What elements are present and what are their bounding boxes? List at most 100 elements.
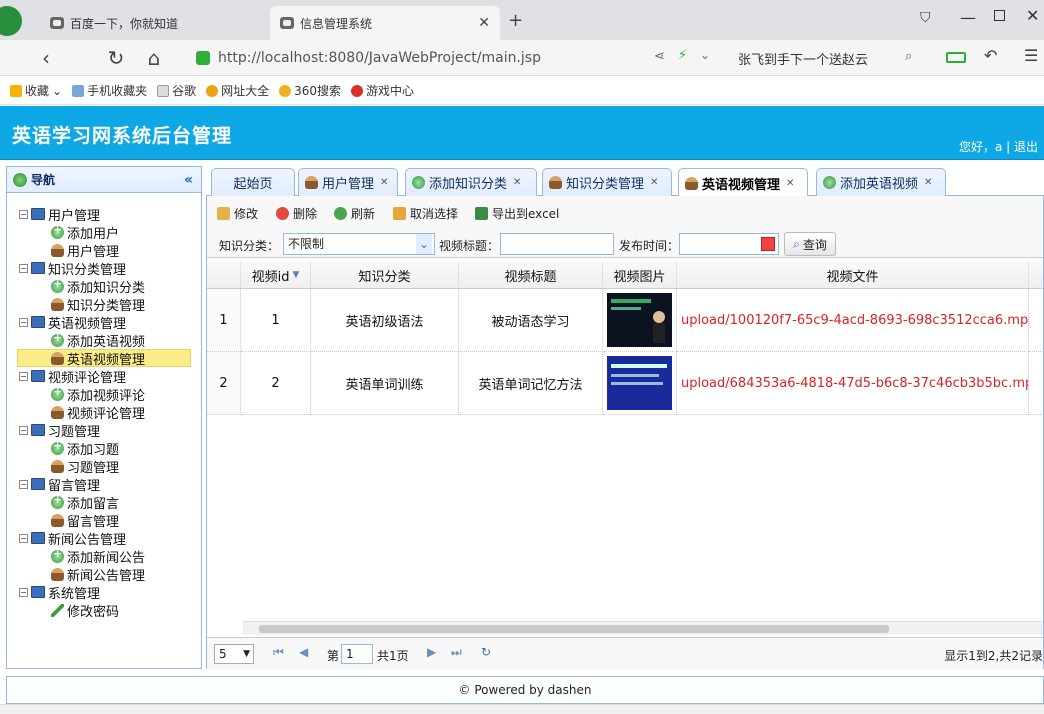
- refresh-icon[interactable]: ↻: [481, 645, 491, 659]
- page-size-select[interactable]: 5 ▼: [214, 644, 254, 664]
- category-select[interactable]: 不限制 ⌄: [283, 233, 435, 255]
- export-button[interactable]: 导出到excel: [475, 205, 559, 222]
- nav-item-add-user[interactable]: 添加用户: [51, 223, 119, 242]
- date-input[interactable]: [679, 233, 779, 255]
- next-page-icon[interactable]: ▶: [427, 645, 436, 659]
- nav-group-news[interactable]: − 新闻公告管理: [19, 529, 126, 548]
- col-header-title[interactable]: 视频标题: [459, 262, 603, 289]
- lightning-icon[interactable]: ⚡: [678, 48, 687, 63]
- search-icon[interactable]: ⌕: [905, 49, 912, 64]
- prev-page-icon[interactable]: ◀: [299, 645, 308, 659]
- nav-group-message[interactable]: − 留言管理: [19, 475, 100, 494]
- scrollbar-thumb[interactable]: [259, 625, 889, 633]
- cell-file-link[interactable]: upload/100120f7-65c9-4acd-8693-698c3512c…: [677, 289, 1029, 352]
- browser-tab-baidu[interactable]: 百度一下，你就知道: [40, 6, 262, 40]
- tab-add-knowledge[interactable]: 添加知识分类 ✕: [405, 168, 537, 196]
- nav-item-add-exercise[interactable]: 添加习题: [51, 439, 119, 458]
- last-page-icon[interactable]: ⏭: [451, 645, 462, 660]
- menu-icon[interactable]: ☰: [1024, 46, 1038, 65]
- bookmark-item[interactable]: 游戏中心: [351, 82, 414, 99]
- collapse-toggle-icon[interactable]: −: [19, 371, 28, 381]
- nav-group-system[interactable]: − 系统管理: [19, 583, 100, 602]
- shirt-icon[interactable]: ⛉: [920, 10, 931, 26]
- nav-item-exercise-manage[interactable]: 习题管理: [51, 457, 119, 476]
- tab-add-video[interactable]: 添加英语视频 ✕: [816, 168, 946, 196]
- horizontal-scrollbar[interactable]: [243, 621, 1043, 635]
- cell-file-link[interactable]: upload/684353a6-4818-47d5-b6c8-37c46cb3b…: [677, 352, 1029, 415]
- collapse-toggle-icon[interactable]: −: [19, 263, 28, 273]
- nav-item-knowledge-manage[interactable]: 知识分类管理: [51, 295, 145, 314]
- window-close-button[interactable]: ✕: [1026, 6, 1039, 25]
- title-input[interactable]: [500, 233, 614, 255]
- calendar-icon[interactable]: [761, 237, 775, 251]
- collapse-toggle-icon[interactable]: −: [19, 209, 28, 219]
- undo-icon[interactable]: ↶: [984, 46, 997, 65]
- col-header-id[interactable]: 视频id ▼: [241, 262, 311, 289]
- nav-item-add-message[interactable]: 添加留言: [51, 493, 119, 512]
- bookmark-item[interactable]: 网址大全: [206, 82, 269, 99]
- collapse-toggle-icon[interactable]: −: [19, 479, 28, 489]
- back-arrow-icon[interactable]: ‹: [34, 46, 58, 70]
- col-header-category[interactable]: 知识分类: [311, 262, 459, 289]
- battery-icon[interactable]: [946, 52, 966, 63]
- nav-item-add-video[interactable]: 添加英语视频: [51, 331, 145, 350]
- browser-tab-active[interactable]: 信息管理系统 ✕: [270, 6, 500, 40]
- nav-group-knowledge[interactable]: − 知识分类管理: [19, 259, 126, 278]
- close-icon[interactable]: ✕: [513, 177, 521, 188]
- chevron-down-icon: ⌄: [416, 234, 432, 254]
- close-icon[interactable]: ✕: [786, 178, 794, 189]
- nav-item-label: 英语视频管理: [67, 352, 146, 368]
- tab-video-manage[interactable]: 英语视频管理 ✕: [678, 168, 808, 197]
- home-icon[interactable]: ⌂: [142, 46, 166, 70]
- nav-group-exercise[interactable]: − 习题管理: [19, 421, 100, 440]
- search-hint[interactable]: 张飞到手下一个送赵云: [738, 49, 868, 68]
- chevron-down-icon[interactable]: ⌄: [700, 48, 710, 62]
- close-icon[interactable]: ✕: [924, 177, 932, 188]
- nav-item-add-news[interactable]: 添加新闻公告: [51, 547, 145, 566]
- nav-item-comment-manage[interactable]: 视频评论管理: [51, 403, 145, 422]
- collapse-toggle-icon[interactable]: −: [19, 317, 28, 327]
- maximize-button[interactable]: [994, 10, 1005, 21]
- collapse-toggle-icon[interactable]: −: [19, 533, 28, 543]
- bookmark-item[interactable]: 360搜索: [279, 82, 341, 99]
- collapse-toggle-icon[interactable]: −: [19, 587, 28, 597]
- collapse-icon[interactable]: «: [184, 172, 193, 188]
- nav-group-video[interactable]: − 英语视频管理: [19, 313, 126, 332]
- cancel-select-button[interactable]: 取消选择: [393, 205, 458, 222]
- minimize-button[interactable]: —: [960, 8, 976, 27]
- tab-knowledge-manage[interactable]: 知识分类管理 ✕: [542, 168, 672, 196]
- table-row[interactable]: 2 2 英语单词训练 英语单词记忆方法 upload/684353a6-4818…: [207, 352, 1043, 415]
- bookmark-item[interactable]: 手机收藏夹: [72, 82, 147, 99]
- close-icon[interactable]: ✕: [478, 15, 490, 31]
- url-field[interactable]: http://localhost:8080/JavaWebProject/mai…: [196, 45, 716, 71]
- close-icon[interactable]: ✕: [650, 177, 658, 188]
- refresh-button[interactable]: 刷新: [334, 205, 375, 222]
- nav-item-change-password[interactable]: 修改密码: [51, 601, 119, 620]
- collapse-toggle-icon[interactable]: −: [19, 425, 28, 435]
- nav-item-news-manage[interactable]: 新闻公告管理: [51, 565, 145, 584]
- query-button[interactable]: ⌕ 查询: [784, 232, 836, 256]
- share-icon[interactable]: ⋖: [654, 49, 665, 64]
- nav-item-add-knowledge[interactable]: 添加知识分类: [51, 277, 145, 296]
- col-header-image[interactable]: 视频图片: [603, 262, 677, 289]
- user-logout-link[interactable]: 您好，a | 退出: [959, 138, 1038, 155]
- nav-item-add-comment[interactable]: 添加视频评论: [51, 385, 145, 404]
- nav-group-comment[interactable]: − 视频评论管理: [19, 367, 126, 386]
- reload-icon[interactable]: ↻: [104, 46, 128, 70]
- bookmark-item[interactable]: 收藏 ⌄: [10, 82, 62, 99]
- nav-item-video-manage[interactable]: 英语视频管理: [17, 349, 191, 368]
- col-header-file[interactable]: 视频文件: [677, 262, 1029, 289]
- delete-button[interactable]: 删除: [276, 205, 317, 222]
- tab-user-manage[interactable]: 用户管理 ✕: [298, 168, 398, 196]
- edit-button[interactable]: 修改: [217, 205, 258, 222]
- close-icon[interactable]: ✕: [380, 177, 388, 188]
- page-number-input[interactable]: 1: [341, 644, 373, 664]
- new-tab-button[interactable]: +: [508, 10, 523, 31]
- nav-item-message-manage[interactable]: 留言管理: [51, 511, 119, 530]
- first-page-icon[interactable]: ⏮: [273, 645, 284, 660]
- table-row[interactable]: 1 1 英语初级语法 被动语态学习 upload/100120f7-65c9-4…: [207, 289, 1043, 352]
- bookmark-item[interactable]: 谷歌: [157, 82, 196, 99]
- nav-item-user-manage[interactable]: 用户管理: [51, 241, 119, 260]
- tab-home[interactable]: 起始页: [211, 168, 295, 196]
- nav-group-user[interactable]: − 用户管理: [19, 205, 100, 224]
